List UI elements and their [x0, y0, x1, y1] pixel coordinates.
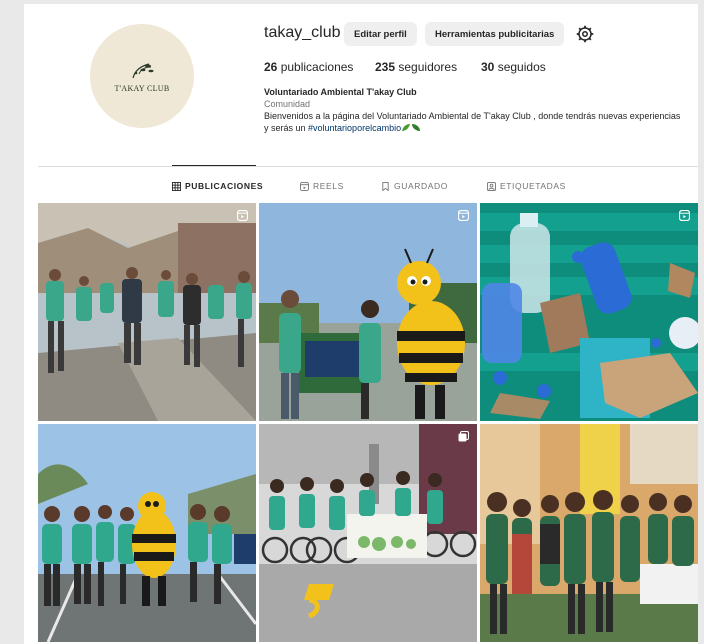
post-image	[480, 203, 698, 421]
bio-hashtag[interactable]: #voluntarioporelcambio	[308, 123, 401, 133]
following-label: seguidos	[497, 60, 546, 74]
leaf-emoji-icon	[412, 124, 421, 131]
avatar-brand-text: T'AKAY CLUB	[114, 83, 170, 93]
reel-icon	[679, 210, 690, 221]
post-tile[interactable]	[38, 203, 256, 421]
profile-username: takay_club	[264, 24, 341, 41]
bookmark-icon	[382, 181, 389, 191]
bio-category: Comunidad	[264, 99, 311, 109]
ad-tools-button[interactable]: Herramientas publicitarias	[425, 22, 565, 46]
following-stat[interactable]: 30 seguidos	[481, 60, 546, 74]
posts-count: 26	[264, 60, 278, 74]
posts-label: publicaciones	[280, 60, 354, 74]
browser-frame: T'AKAY CLUB takay_club Editar perfil Her…	[0, 0, 704, 644]
followers-label: seguidores	[398, 60, 458, 74]
reel-icon	[458, 210, 469, 221]
reels-icon	[300, 181, 309, 191]
leaf-emoji-icon	[402, 124, 411, 131]
following-count: 30	[481, 60, 495, 74]
post-image	[259, 203, 477, 421]
post-tile[interactable]	[38, 424, 256, 642]
grid-icon	[172, 181, 181, 191]
tagged-icon	[487, 181, 496, 191]
followers-stat[interactable]: 235 seguidores	[375, 60, 457, 74]
post-tile[interactable]	[259, 203, 477, 421]
tab-etiquetadas[interactable]: ETIQUETADAS	[487, 181, 566, 191]
posts-grid	[38, 203, 698, 644]
post-tile[interactable]	[480, 424, 698, 642]
tab-publicaciones[interactable]: PUBLICACIONES	[172, 181, 263, 191]
tabs-divider	[38, 166, 698, 167]
tab-label: ETIQUETADAS	[500, 181, 566, 191]
tab-guardado[interactable]: GUARDADO	[381, 181, 448, 191]
edit-profile-button[interactable]: Editar perfil	[344, 22, 417, 46]
post-image	[480, 424, 698, 642]
followers-count: 235	[375, 60, 396, 74]
bio-name: Voluntariado Ambiental T'akay Club	[264, 87, 417, 97]
reel-icon	[237, 210, 248, 221]
tab-label: REELS	[313, 181, 344, 191]
tab-label: GUARDADO	[394, 181, 448, 191]
bio-text: Bienvenidos a la página del Voluntariado…	[264, 110, 684, 134]
post-tile[interactable]	[480, 203, 698, 421]
post-image	[38, 424, 256, 642]
active-tab-indicator	[172, 165, 256, 166]
leaf-logo-icon	[132, 62, 154, 78]
post-image	[259, 424, 477, 642]
profile-avatar[interactable]: T'AKAY CLUB	[90, 24, 194, 128]
tab-reels[interactable]: REELS	[300, 181, 344, 191]
post-tile[interactable]	[259, 424, 477, 642]
gear-icon[interactable]	[576, 25, 594, 43]
posts-stat: 26 publicaciones	[264, 60, 353, 74]
carousel-icon	[458, 431, 469, 442]
tab-label: PUBLICACIONES	[185, 181, 264, 191]
profile-page: T'AKAY CLUB takay_club Editar perfil Her…	[24, 4, 698, 644]
post-image	[38, 203, 256, 421]
